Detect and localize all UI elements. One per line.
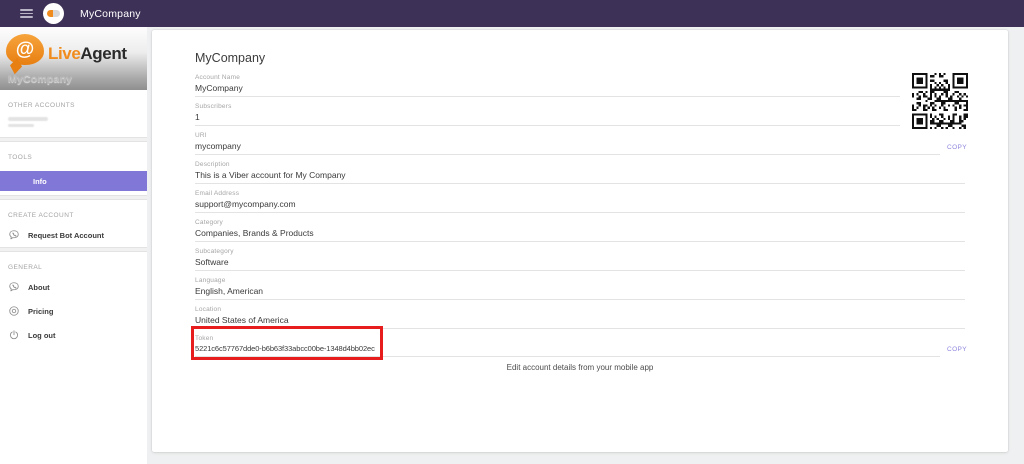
pricing-coin-icon bbox=[8, 305, 20, 317]
account-list-placeholder[interactable] bbox=[8, 117, 54, 127]
sidebar-item-request-bot-account[interactable]: Request Bot Account bbox=[0, 223, 147, 247]
sidebar-item-label: Request Bot Account bbox=[28, 231, 104, 240]
sidebar-item-pricing[interactable]: Pricing bbox=[0, 299, 147, 323]
field-value: English, American bbox=[195, 286, 965, 300]
field-label: Language bbox=[195, 277, 965, 284]
field-label: Token bbox=[195, 335, 965, 342]
account-details-panel: MyCompany Account Name MyCompany Subscri… bbox=[152, 30, 1008, 452]
field-value: Software bbox=[195, 257, 965, 271]
field-label: Subcategory bbox=[195, 248, 965, 255]
top-bar: MyCompany bbox=[0, 0, 1024, 27]
sidebar-item-label: Log out bbox=[28, 331, 56, 340]
field-label: Email Address bbox=[195, 190, 965, 197]
field-uri: URI mycompany COPY bbox=[195, 132, 965, 155]
field-subscribers: Subscribers 1 bbox=[195, 103, 965, 126]
viber-bubble-icon bbox=[8, 229, 20, 241]
field-label: Subscribers bbox=[195, 103, 965, 110]
field-value: 5221c6c57767dde0-b6b63f33abcc00be-1348d4… bbox=[195, 344, 940, 357]
logo-watermark: MyCompany bbox=[8, 73, 72, 85]
field-value: United States of America bbox=[195, 315, 965, 329]
field-label: URI bbox=[195, 132, 965, 139]
field-label: Category bbox=[195, 219, 965, 226]
sidebar: @ LiveAgent MyCompany OTHER ACCOUNTS TOO… bbox=[0, 27, 147, 464]
field-label: Description bbox=[195, 161, 965, 168]
field-value: mycompany bbox=[195, 141, 940, 155]
field-description: Description This is a Viber account for … bbox=[195, 161, 965, 184]
sidebar-item-info[interactable]: Info bbox=[0, 171, 147, 191]
copy-token-button[interactable]: COPY bbox=[947, 346, 967, 353]
logout-icon bbox=[8, 329, 20, 341]
sidebar-item-about[interactable]: About bbox=[0, 275, 147, 299]
field-token: Token 5221c6c57767dde0-b6b63f33abcc00be-… bbox=[195, 335, 965, 357]
field-label: Location bbox=[195, 306, 965, 313]
edit-hint-text: Edit account details from your mobile ap… bbox=[195, 363, 965, 372]
liveagent-logo[interactable]: @ LiveAgent MyCompany bbox=[0, 27, 147, 90]
field-value: Companies, Brands & Products bbox=[195, 228, 965, 242]
liveagent-bubble-icon: @ bbox=[6, 34, 44, 65]
field-location: Location United States of America bbox=[195, 306, 965, 329]
sidebar-item-label: Pricing bbox=[28, 307, 53, 316]
field-category: Category Companies, Brands & Products bbox=[195, 219, 965, 242]
field-value: support@mycompany.com bbox=[195, 199, 965, 213]
sidebar-item-label: Info bbox=[33, 177, 47, 186]
field-value: This is a Viber account for My Company bbox=[195, 170, 965, 184]
field-language: Language English, American bbox=[195, 277, 965, 300]
qr-code bbox=[912, 73, 968, 129]
qr-code-svg bbox=[912, 73, 968, 129]
field-account-name: Account Name MyCompany bbox=[195, 74, 965, 97]
topbar-account-title: MyCompany bbox=[80, 8, 141, 20]
section-header-create-account: CREATE ACCOUNT bbox=[0, 200, 147, 223]
copy-uri-button[interactable]: COPY bbox=[947, 144, 967, 151]
account-avatar bbox=[43, 3, 64, 24]
section-header-other-accounts: OTHER ACCOUNTS bbox=[0, 90, 147, 113]
menu-icon[interactable] bbox=[20, 9, 33, 18]
field-value: MyCompany bbox=[195, 83, 900, 97]
sidebar-item-logout[interactable]: Log out bbox=[0, 323, 147, 347]
page-title: MyCompany bbox=[195, 51, 1008, 65]
liveagent-brand-text: LiveAgent bbox=[48, 44, 127, 64]
field-value: 1 bbox=[195, 112, 900, 126]
section-header-general: GENERAL bbox=[0, 252, 147, 275]
field-email-address: Email Address support@mycompany.com bbox=[195, 190, 965, 213]
viber-bubble-icon bbox=[8, 281, 20, 293]
section-header-tools: TOOLS bbox=[0, 142, 147, 165]
field-label: Account Name bbox=[195, 74, 965, 81]
account-fields: Account Name MyCompany Subscribers 1 URI… bbox=[195, 74, 965, 372]
sidebar-item-label: About bbox=[28, 283, 50, 292]
field-subcategory: Subcategory Software bbox=[195, 248, 965, 271]
